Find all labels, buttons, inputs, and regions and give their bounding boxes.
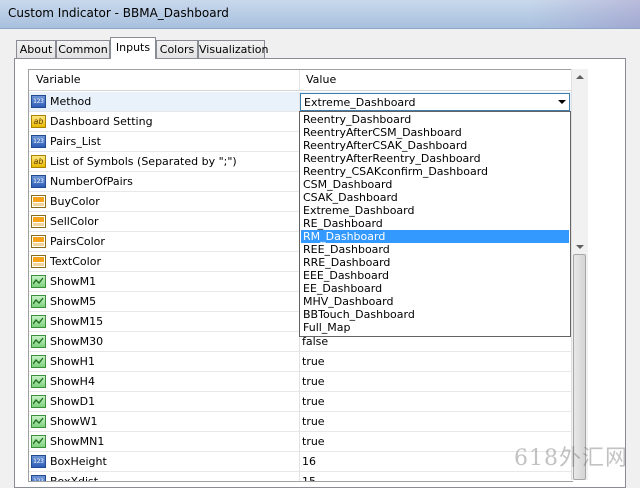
row-divider: [299, 352, 300, 372]
grid-row[interactable]: ShowD1 true: [29, 392, 573, 412]
row-value[interactable]: true: [302, 395, 325, 408]
grid-row[interactable]: ShowMN1 true: [29, 432, 573, 452]
bool-icon: [31, 395, 46, 408]
titlebar-decoration: [530, 0, 640, 28]
dropdown-option[interactable]: BBTouch_Dashboard: [301, 308, 569, 321]
dropdown-option[interactable]: CSAK_Dashboard: [301, 191, 569, 204]
row-value[interactable]: true: [302, 415, 325, 428]
row-variable-name: ShowM30: [50, 335, 104, 348]
dropdown-option[interactable]: ReentryAfterCSAK_Dashboard: [301, 139, 569, 152]
dropdown-option[interactable]: Reentry_CSAKconfirm_Dashboard: [301, 165, 569, 178]
int-icon: 123: [31, 175, 46, 188]
dropdown-option[interactable]: MHV_Dashboard: [301, 295, 569, 308]
grid-row[interactable]: ShowW1 true: [29, 412, 573, 432]
row-variable-name: List of Symbols (Separated by ";"): [50, 155, 237, 168]
tab-about[interactable]: About: [16, 40, 56, 58]
scroll-up-arrow-icon[interactable]: [576, 75, 584, 79]
grid-row[interactable]: 123 BoxHeight 16: [29, 452, 573, 472]
grid-row[interactable]: ShowH4 true: [29, 372, 573, 392]
row-divider: [299, 452, 300, 472]
row-variable-name: NumberOfPairs: [50, 175, 133, 188]
row-variable-name: ShowH4: [50, 375, 95, 388]
bool-icon: [31, 295, 46, 308]
row-divider: [299, 432, 300, 452]
row-divider: [299, 472, 300, 481]
int-icon: 123: [31, 455, 46, 468]
grid-header: Variable Value: [29, 70, 573, 91]
dropdown-option[interactable]: RRE_Dashboard: [301, 256, 569, 269]
row-variable-name: BoxXdist: [50, 475, 99, 482]
dropdown-option[interactable]: EEE_Dashboard: [301, 269, 569, 282]
tab-colors[interactable]: Colors: [156, 40, 198, 58]
method-combobox-value: Extreme_Dashboard: [304, 96, 416, 109]
grid-row[interactable]: 123 BoxXdist 15: [29, 472, 573, 482]
dropdown-option[interactable]: Reentry_Dashboard: [301, 113, 569, 126]
color-icon: [31, 195, 46, 208]
title-bar: Custom Indicator - BBMA_Dashboard: [0, 0, 640, 29]
grid-row[interactable]: ShowH1 true: [29, 352, 573, 372]
tab-visualization[interactable]: Visualization: [198, 40, 268, 58]
row-value[interactable]: true: [302, 435, 325, 448]
row-variable-name: ShowM1: [50, 275, 97, 288]
dropdown-option[interactable]: Extreme_Dashboard: [301, 204, 569, 217]
color-icon: [31, 255, 46, 268]
dropdown-option[interactable]: RE_Dashboard: [301, 217, 569, 230]
dropdown-option[interactable]: REE_Dashboard: [301, 243, 569, 256]
dropdown-option[interactable]: ReentryAfterReentry_Dashboard: [301, 152, 569, 165]
row-variable-name: ShowMN1: [50, 435, 105, 448]
watermark: 618外汇网: [514, 446, 628, 471]
row-value[interactable]: true: [302, 375, 325, 388]
dropdown-option[interactable]: CSM_Dashboard: [301, 178, 569, 191]
row-divider: [299, 412, 300, 432]
bool-icon: [31, 335, 46, 348]
bool-icon: [31, 415, 46, 428]
row-variable-name: ShowM15: [50, 315, 104, 328]
row-variable-name: Dashboard Setting: [50, 115, 153, 128]
bool-icon: [31, 315, 46, 328]
color-icon: [31, 215, 46, 228]
bool-icon: [31, 275, 46, 288]
tab-common[interactable]: Common: [56, 40, 110, 58]
row-value[interactable]: 15: [302, 475, 316, 481]
dropdown-option[interactable]: RM_Dashboard: [301, 230, 569, 243]
row-variable-name: PairsColor: [50, 235, 105, 248]
dropdown-arrow-icon[interactable]: [558, 100, 566, 104]
bool-icon: [31, 435, 46, 448]
int-icon: 123: [31, 135, 46, 148]
bool-icon: [31, 355, 46, 368]
header-divider[interactable]: [299, 70, 300, 90]
variable-column-header[interactable]: Variable: [36, 73, 81, 86]
row-divider: [299, 392, 300, 412]
color-icon: [31, 235, 46, 248]
tab-inputs[interactable]: Inputs: [110, 37, 156, 59]
row-variable-name: Method: [50, 95, 92, 108]
int-icon: 123: [31, 475, 46, 481]
value-column-header[interactable]: Value: [306, 73, 336, 86]
row-variable-name: TextColor: [50, 255, 101, 268]
dropdown-option[interactable]: EE_Dashboard: [301, 282, 569, 295]
row-variable-name: BuyColor: [50, 195, 100, 208]
row-divider: [299, 372, 300, 392]
row-variable-name: Pairs_List: [50, 135, 101, 148]
scroll-down-arrow-icon[interactable]: [576, 245, 584, 249]
method-combobox[interactable]: Extreme_Dashboard: [300, 93, 570, 111]
method-dropdown-list[interactable]: Reentry_Dashboard ReentryAfterCSM_Dashboa…: [299, 111, 571, 337]
dropdown-option[interactable]: ReentryAfterCSM_Dashboard: [301, 126, 569, 139]
row-variable-name: ShowW1: [50, 415, 98, 428]
dropdown-option[interactable]: Full_Map: [301, 321, 569, 334]
row-value[interactable]: true: [302, 355, 325, 368]
window-title: Custom Indicator - BBMA_Dashboard: [8, 6, 229, 20]
row-variable-name: ShowD1: [50, 395, 96, 408]
row-variable-name: ShowM5: [50, 295, 97, 308]
row-variable-name: BoxHeight: [50, 455, 107, 468]
row-variable-name: ShowH1: [50, 355, 95, 368]
row-value[interactable]: 16: [302, 455, 316, 468]
string-icon: ab: [31, 115, 46, 128]
int-icon: 123: [31, 95, 46, 108]
bool-icon: [31, 375, 46, 388]
string-icon: ab: [31, 155, 46, 168]
row-variable-name: SellColor: [50, 215, 99, 228]
grid-scrollbar[interactable]: [571, 69, 588, 480]
